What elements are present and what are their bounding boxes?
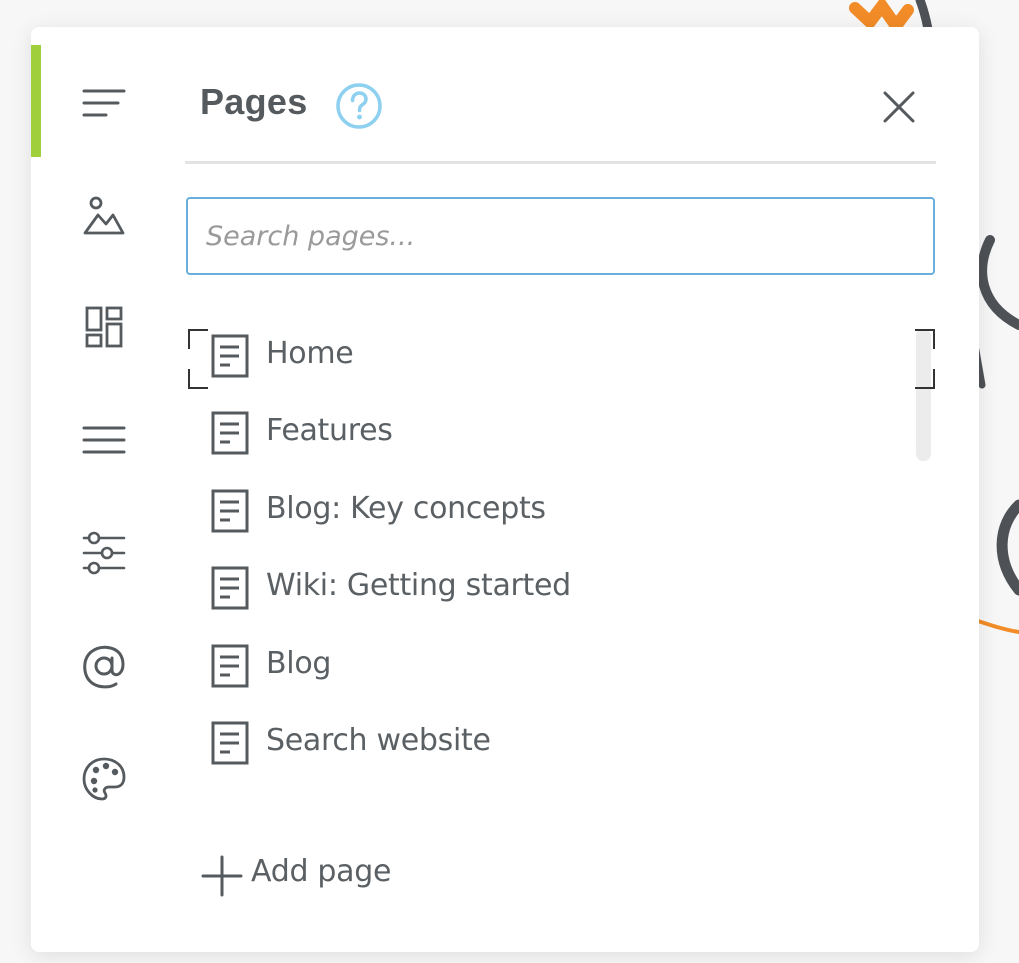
menu-icon[interactable]: [80, 416, 128, 464]
image-icon[interactable]: [80, 191, 128, 239]
palette-icon[interactable]: [80, 755, 128, 803]
page-item-label: Features: [266, 413, 393, 448]
page-item-label: Home: [266, 336, 354, 371]
pages-panel: Pages Home Features Blog: Key concepts W…: [31, 27, 979, 952]
close-icon[interactable]: [881, 89, 917, 125]
header-divider: [185, 161, 936, 164]
page-item-blog-key-concepts[interactable]: Blog: Key concepts: [186, 476, 906, 542]
layout-blocks-icon[interactable]: [80, 303, 128, 351]
search-input[interactable]: [186, 197, 935, 275]
selection-corner: [915, 369, 935, 389]
panel-title: Pages: [200, 81, 308, 122]
page-item-wiki-getting-started[interactable]: Wiki: Getting started: [186, 553, 906, 619]
page-item-search-website[interactable]: Search website: [186, 708, 906, 774]
page-item-features[interactable]: Features: [186, 398, 906, 464]
at-sign-icon[interactable]: [80, 642, 128, 690]
document-icon: [211, 334, 249, 378]
page-item-blog[interactable]: Blog: [186, 631, 906, 697]
page-item-label: Blog: [266, 646, 332, 681]
selection-corner: [915, 329, 935, 349]
add-page-label: Add page: [251, 854, 392, 889]
plus-icon: [201, 855, 243, 897]
document-icon: [211, 721, 249, 765]
document-icon: [211, 489, 249, 533]
pages-lines-icon[interactable]: [80, 79, 128, 127]
help-circle-icon[interactable]: [335, 82, 383, 130]
active-indicator: [31, 45, 41, 157]
page-item-label: Search website: [266, 723, 491, 758]
sliders-icon[interactable]: [80, 529, 128, 577]
document-icon: [211, 411, 249, 455]
page-item-home[interactable]: Home: [186, 321, 906, 387]
page-item-label: Blog: Key concepts: [266, 491, 546, 526]
document-icon: [211, 644, 249, 688]
page-item-label: Wiki: Getting started: [266, 568, 571, 603]
document-icon: [211, 566, 249, 610]
